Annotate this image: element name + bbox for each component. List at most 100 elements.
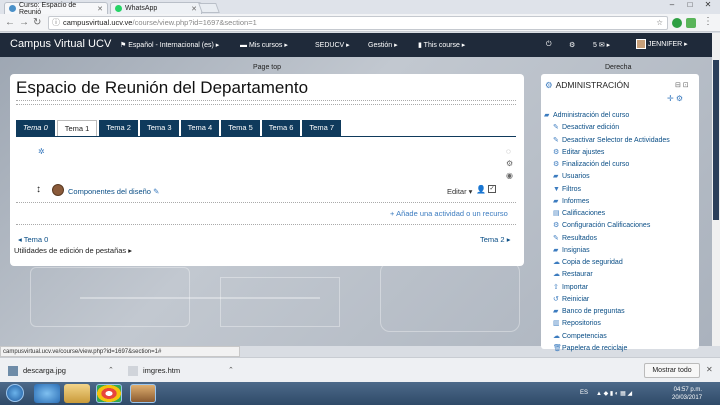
bookmark-star-icon[interactable]: ☆	[656, 17, 663, 29]
folder-icon: ▰	[553, 197, 559, 205]
clock[interactable]: 04:57 p.m. 20/03/2017	[672, 386, 702, 402]
tab-tema-3[interactable]: Tema 3	[139, 120, 179, 136]
admin-item-editar-ajustes[interactable]: ⚙ Editar ajustes	[544, 147, 670, 159]
admin-item-usuarios[interactable]: ▰ Usuarios	[544, 171, 670, 183]
browser-tab-course[interactable]: Curso: Espacio de Reunió ✕	[4, 2, 108, 16]
settings-icon[interactable]: ⚙	[569, 41, 575, 49]
pencil-icon: ✎	[553, 124, 559, 132]
section-gear-icon[interactable]: ⚙	[506, 159, 513, 168]
browser-tab-strip: Curso: Espacio de Reunió ✕ WhatsApp ✕ – …	[0, 0, 720, 16]
trash-icon: 🗑	[553, 344, 562, 352]
tab-tema-7[interactable]: Tema 7	[302, 120, 342, 136]
next-section-link[interactable]: Tema 2 ▸	[480, 235, 510, 244]
site-brand[interactable]: Campus Virtual UCV	[10, 38, 111, 50]
messages-menu[interactable]: 5 ✉ ▸	[593, 41, 610, 49]
page-info-icon[interactable]: ⓘ	[52, 17, 60, 29]
tab-tema-5[interactable]: Tema 5	[221, 120, 260, 136]
language-menu[interactable]: ⚑ Español - Internacional (es) ▸	[120, 41, 219, 49]
gestion-menu[interactable]: Gestión ▸	[368, 41, 398, 49]
add-activity-link[interactable]: + Añade una actividad o un recurso	[390, 209, 508, 218]
section-settings-icon[interactable]: ✲	[38, 147, 45, 156]
admin-item-calificaciones[interactable]: ▤ Calificaciones	[544, 208, 670, 220]
admin-item-insignias[interactable]: ▰ Insignias	[544, 245, 670, 257]
close-tab-icon[interactable]: ✕	[191, 5, 197, 13]
forward-icon[interactable]: →	[19, 17, 29, 28]
my-courses-menu[interactable]: ▬ Mis cursos ▸	[240, 41, 288, 49]
cloud-icon: ☁	[553, 332, 560, 340]
seducv-menu[interactable]: SEDUCV ▸	[315, 41, 350, 49]
admin-block-header: ⚙ ADMINISTRACIÓN	[545, 80, 629, 91]
divider	[16, 104, 516, 105]
download-item[interactable]: descarga.jpg ⌃	[8, 363, 118, 379]
chrome-icon[interactable]	[96, 384, 122, 403]
admin-item-banco-preguntas[interactable]: ▰ Banco de preguntas	[544, 306, 670, 318]
tab-tema-2[interactable]: Tema 2	[99, 120, 138, 136]
admin-item-importar[interactable]: ⇧ Importar	[544, 282, 670, 294]
admin-item-papelera[interactable]: 🗑Papelera de reciclaje	[544, 343, 670, 355]
admin-item-competencias[interactable]: ☁ Competencias	[544, 331, 670, 343]
tab-utilities-toggle[interactable]: Utilidades de edición de pestañas ▸	[14, 246, 132, 255]
folder-icon: ▰	[553, 246, 559, 254]
admin-item-restaurar[interactable]: ☁ Restaurar	[544, 269, 670, 281]
chevron-up-icon[interactable]: ⌃	[228, 363, 234, 379]
admin-item-desactivar-selector[interactable]: ✎ Desactivar Selector de Actividades	[544, 135, 670, 147]
file-explorer-icon[interactable]	[64, 384, 90, 403]
tab-tema-0[interactable]: Tema 0	[16, 120, 55, 136]
admin-item-reiniciar[interactable]: ↺ Reiniciar	[544, 294, 670, 306]
tray-icons[interactable]: ▲ ◆ ▮ ◐ ▦ ◢	[596, 390, 632, 397]
pencil-icon: ✎	[553, 136, 559, 144]
back-icon[interactable]: ←	[5, 17, 15, 28]
address-bar[interactable]: ⓘ campusvirtual.ucv.ve/course/view.php?i…	[48, 16, 668, 30]
completion-checkbox[interactable]: ✓	[488, 185, 496, 193]
user-menu[interactable]: JENNIFER ▸	[636, 39, 688, 49]
language-indicator[interactable]: ES	[580, 390, 588, 396]
scrollbar-thumb[interactable]	[713, 60, 719, 220]
admin-item-desactivar-edicion[interactable]: ✎ Desactivar edición	[544, 122, 670, 134]
new-tab-button[interactable]	[198, 3, 220, 13]
power-icon[interactable]: ⏻	[546, 41, 552, 49]
chrome-menu-icon[interactable]: ⋮	[703, 16, 713, 27]
admin-item-config-calificaciones[interactable]: ⚙ Configuración Calificaciones	[544, 220, 670, 232]
admin-item-finalizacion[interactable]: ⚙ Finalización del curso	[544, 159, 670, 171]
close-tab-icon[interactable]: ✕	[97, 5, 103, 13]
tab-tema-1[interactable]: Tema 1	[56, 120, 98, 136]
extension-check-icon[interactable]	[672, 18, 682, 28]
admin-item-informes[interactable]: ▰ Informes	[544, 196, 670, 208]
browser-tab-whatsapp[interactable]: WhatsApp ✕	[110, 2, 202, 14]
close-window-icon[interactable]: ✕	[700, 0, 716, 9]
this-course-menu[interactable]: ▮ This course ▸	[418, 41, 465, 49]
highlight-icon[interactable]: ◌	[506, 147, 511, 156]
extension-icon[interactable]	[686, 18, 696, 28]
filter-icon: ▼	[553, 185, 560, 193]
close-downloads-icon[interactable]: ✕	[706, 365, 713, 374]
reload-icon[interactable]: ↻	[33, 17, 41, 28]
browser-toolbar: ← → ↻ ⓘ campusvirtual.ucv.ve/course/view…	[0, 14, 720, 32]
admin-item-repositorios[interactable]: ▥ Repositorios	[544, 318, 670, 330]
tab-tema-6[interactable]: Tema 6	[261, 120, 301, 136]
avatar	[636, 39, 646, 49]
admin-item-resultados[interactable]: ✎ Resultados	[544, 233, 670, 245]
chevron-up-icon[interactable]: ⌃	[108, 363, 114, 379]
show-all-downloads-button[interactable]: Mostrar todo	[644, 363, 700, 378]
ie-icon[interactable]	[34, 384, 60, 403]
visibility-eye-icon[interactable]: ◉	[506, 171, 513, 180]
block-move-config-icon[interactable]: ✛ ⚙	[667, 94, 683, 103]
divider	[16, 100, 516, 101]
download-item[interactable]: imgres.htm ⌃	[128, 363, 238, 379]
reset-icon: ↺	[553, 295, 559, 303]
admin-root-item[interactable]: ▰ Administración del curso	[544, 110, 670, 122]
admin-item-copia-seguridad[interactable]: ☁ Copia de seguridad	[544, 257, 670, 269]
tab-tema-4[interactable]: Tema 4	[180, 120, 220, 136]
maximize-icon[interactable]: □	[682, 0, 698, 9]
app-icon[interactable]	[130, 384, 156, 403]
user-role-icon[interactable]: 👤	[476, 185, 486, 194]
previous-section-link[interactable]: ◂ Tema 0	[18, 235, 48, 244]
start-button[interactable]	[6, 384, 24, 402]
admin-item-filtros[interactable]: ▼ Filtros	[544, 184, 670, 196]
dock-block-icon[interactable]: ⊟ ⊡	[675, 81, 689, 89]
pencil-icon: ✎	[553, 234, 559, 242]
minimize-icon[interactable]: –	[664, 0, 680, 9]
edit-menu[interactable]: Editar ▾	[447, 187, 472, 196]
activity-link[interactable]: Componentes del diseño ✎	[68, 187, 159, 196]
move-handle-icon[interactable]: ↕	[36, 184, 41, 195]
